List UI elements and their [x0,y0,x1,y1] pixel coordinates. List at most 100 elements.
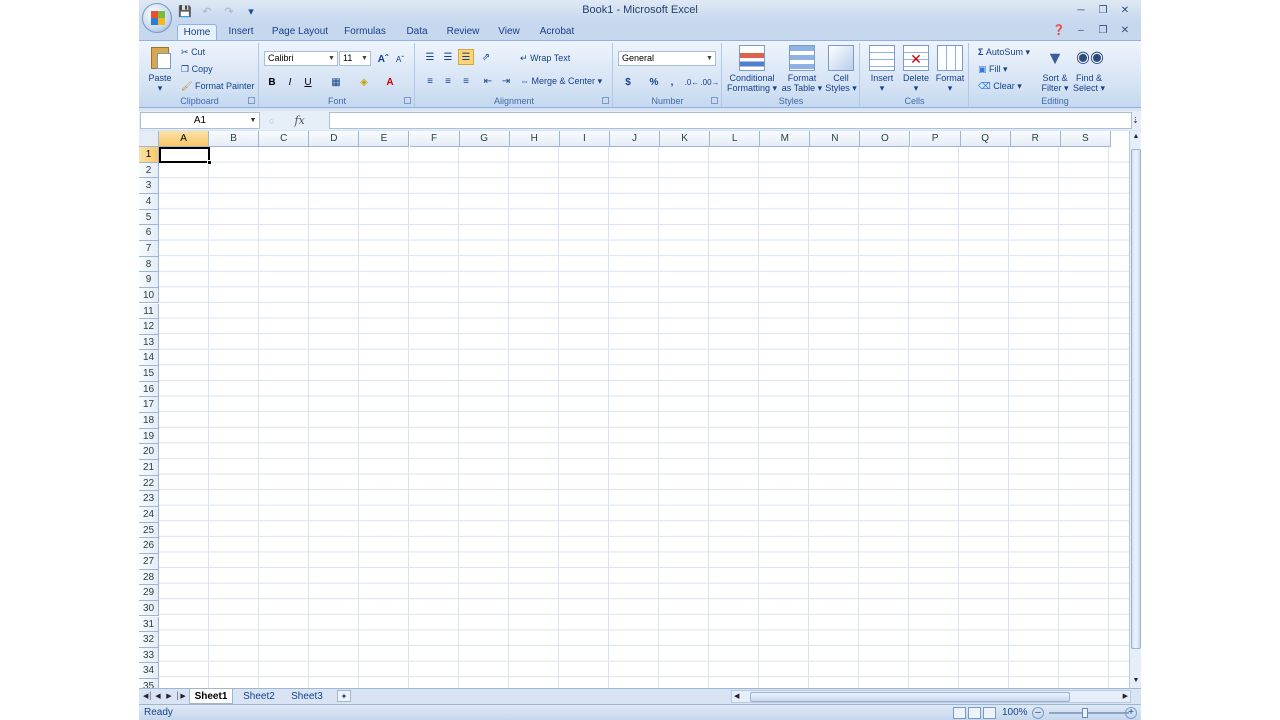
align-bottom-icon[interactable]: ☰ [458,49,474,65]
row-header-34[interactable]: 34 [139,663,159,680]
tab-acrobat[interactable]: Acrobat [535,24,579,40]
number-format-select[interactable]: General ▼ [618,51,716,66]
page-break-view-icon[interactable] [983,707,996,719]
row-header-21[interactable]: 21 [139,460,159,476]
bold-button[interactable]: B [264,74,280,90]
fill-button[interactable]: ▣ Fill ▾ [978,64,1008,75]
tab-data[interactable]: Data [401,24,433,40]
conditional-formatting-button[interactable]: Conditional Formatting ▾ [725,45,779,93]
vertical-scroll-thumb[interactable] [1131,149,1141,649]
column-header-q[interactable]: Q [960,131,1011,147]
next-sheet-icon[interactable]: ▶ [165,691,173,703]
column-header-m[interactable]: M [760,131,811,147]
column-header-j[interactable]: J [609,131,660,147]
prev-sheet-icon[interactable]: ◀ [154,691,162,703]
column-header-n[interactable]: N [810,131,861,147]
row-header-4[interactable]: 4 [139,193,159,210]
office-button[interactable] [142,3,172,33]
row-header-8[interactable]: 8 [139,256,159,273]
zoom-slider-thumb[interactable] [1082,708,1088,718]
alignment-launcher-icon[interactable] [602,97,609,104]
align-top-icon[interactable]: ☰ [422,49,438,65]
row-header-3[interactable]: 3 [139,178,159,194]
clipboard-launcher-icon[interactable] [248,97,255,104]
scroll-up-icon[interactable]: ▲ [1131,132,1141,142]
format-as-table-button[interactable]: Format as Table ▾ [781,45,823,93]
row-header-18[interactable]: 18 [139,413,159,429]
restore-icon[interactable]: ❐ [1093,2,1113,18]
comma-button[interactable]: , [664,74,680,90]
tab-home[interactable]: Home [177,24,217,40]
minimize-icon[interactable]: ─ [1071,2,1091,18]
scroll-right-icon[interactable]: ▶ [1123,691,1128,702]
row-header-22[interactable]: 22 [139,475,159,492]
cut-button[interactable]: ✂ Cut [181,47,205,58]
name-box[interactable]: A1 ▼ [140,112,260,129]
find-select-button[interactable]: ◉◉ Find & Select ▾ [1072,45,1106,93]
row-header-12[interactable]: 12 [139,319,159,335]
row-header-35[interactable]: 35 [139,679,159,688]
insert-sheet-icon[interactable]: ✦ [337,690,351,702]
row-header-15[interactable]: 15 [139,366,159,382]
currency-button[interactable]: $ [620,74,636,90]
row-header-29[interactable]: 29 [139,585,159,601]
tab-page-layout[interactable]: Page Layout [269,24,331,40]
fill-handle[interactable] [207,160,212,165]
row-header-32[interactable]: 32 [139,632,159,648]
column-header-s[interactable]: S [1060,131,1111,147]
row-header-19[interactable]: 19 [139,428,159,445]
row-header-13[interactable]: 13 [139,334,159,351]
tab-formulas[interactable]: Formulas [341,24,389,40]
insert-cells-button[interactable]: Insert ▾ [865,45,899,93]
cancel-entry-icon[interactable]: ○ [269,116,274,126]
column-header-b[interactable]: B [209,131,260,147]
page-layout-view-icon[interactable] [968,707,981,719]
copy-button[interactable]: ❐ Copy [181,64,213,75]
orientation-icon[interactable]: ⇗ [478,49,494,65]
column-header-p[interactable]: P [910,131,961,147]
scroll-down-icon[interactable]: ▼ [1131,676,1141,686]
zoom-level[interactable]: 100% [1002,707,1028,718]
percent-button[interactable]: % [646,74,662,90]
row-header-7[interactable]: 7 [139,240,159,257]
shrink-font-icon[interactable]: Aˇ [392,51,408,67]
increase-indent-icon[interactable]: ⇥ [498,73,514,89]
align-right-icon[interactable]: ≡ [458,73,474,89]
row-header-23[interactable]: 23 [139,491,159,507]
row-header-16[interactable]: 16 [139,381,159,398]
formula-input[interactable] [329,112,1132,129]
delete-cells-button[interactable]: ✕ Delete ▾ [899,45,933,93]
tab-view[interactable]: View [493,24,525,40]
row-header-26[interactable]: 26 [139,538,159,554]
borders-icon[interactable]: ▦ [328,74,344,90]
decrease-indent-icon[interactable]: ⇤ [480,73,496,89]
align-center-icon[interactable]: ≡ [440,73,456,89]
clear-button[interactable]: ⌫ Clear ▾ [978,81,1022,92]
row-header-31[interactable]: 31 [139,616,159,633]
grow-font-icon[interactable]: Aˆ [375,51,391,67]
sheet-tab-sheet2[interactable]: Sheet2 [237,689,281,704]
font-color-icon[interactable]: A [382,74,398,90]
font-launcher-icon[interactable] [404,97,411,104]
column-header-r[interactable]: R [1010,131,1061,147]
zoom-in-icon[interactable]: + [1125,707,1137,719]
cell-area[interactable] [159,147,1129,688]
wrap-text-button[interactable]: ↵ Wrap Text [520,53,570,64]
row-header-2[interactable]: 2 [139,162,159,179]
zoom-out-icon[interactable]: – [1032,707,1044,719]
column-header-l[interactable]: L [710,131,761,147]
first-sheet-icon[interactable]: ◀│ [143,691,153,703]
row-header-24[interactable]: 24 [139,506,159,523]
row-header-10[interactable]: 10 [139,287,159,304]
insert-function-button[interactable]: fx [294,114,304,127]
tab-insert[interactable]: Insert [223,24,259,40]
horizontal-scroll-thumb[interactable] [750,692,1070,702]
workbook-close-icon[interactable]: ✕ [1117,23,1133,37]
format-cells-button[interactable]: Format ▾ [933,45,967,93]
row-header-30[interactable]: 30 [139,600,159,617]
horizontal-scrollbar[interactable]: ◀ ▶ [731,690,1131,703]
increase-decimal-icon[interactable]: .0← [684,74,700,90]
row-header-28[interactable]: 28 [139,569,159,586]
column-header-f[interactable]: F [409,131,460,147]
merge-center-button[interactable]: ⇔ Merge & Center ▾ [520,76,602,87]
